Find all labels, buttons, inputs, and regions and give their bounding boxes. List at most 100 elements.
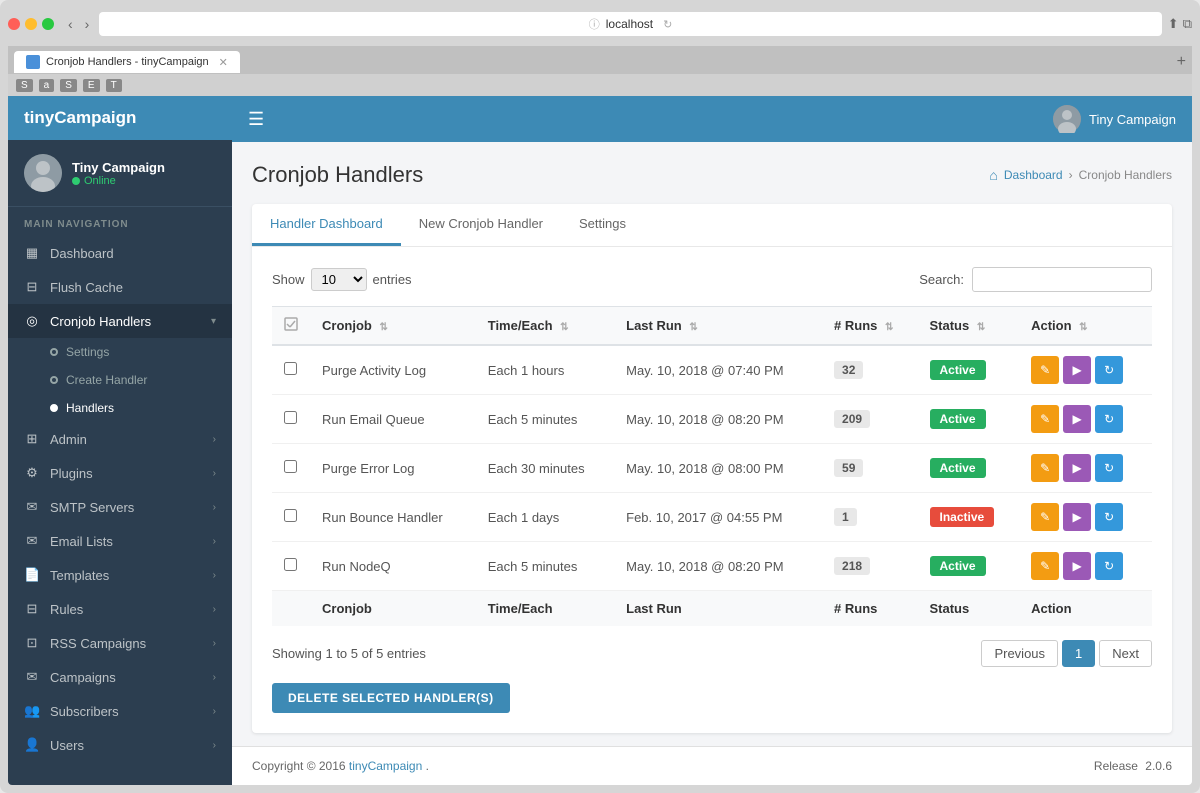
sidebar-item-email-lists[interactable]: ✉ Email Lists › [8, 524, 232, 558]
footer-col-cronjob: Cronjob [310, 591, 476, 627]
col-status[interactable]: Status ⇅ [918, 307, 1020, 346]
delete-selected-button[interactable]: Delete Selected Handler(s) [272, 683, 510, 713]
dot-yellow[interactable] [25, 18, 37, 30]
row-num-runs: 209 [822, 395, 917, 444]
row-time-each: Each 30 minutes [476, 444, 614, 493]
col-time-each[interactable]: Time/Each ⇅ [476, 307, 614, 346]
sidebar-item-smtp-servers[interactable]: ✉ SMTP Servers › [8, 490, 232, 524]
edit-button[interactable]: ✎ [1031, 454, 1059, 482]
edit-button[interactable]: ✎ [1031, 503, 1059, 531]
tab-new-cronjob-handler[interactable]: New Cronjob Handler [401, 204, 561, 246]
row-time-each: Each 5 minutes [476, 395, 614, 444]
col-cronjob[interactable]: Cronjob ⇅ [310, 307, 476, 346]
row-checkbox[interactable] [284, 411, 297, 424]
row-num-runs: 218 [822, 542, 917, 591]
status-dot [72, 177, 80, 185]
bookmark-1[interactable]: S [16, 79, 33, 92]
reload-icon[interactable]: ↻ [663, 18, 672, 31]
sidebar-logo: tinyCampaign [24, 108, 136, 128]
sidebar-item-label: Plugins [50, 466, 203, 481]
row-time-each: Each 5 minutes [476, 542, 614, 591]
edit-button[interactable]: ✎ [1031, 405, 1059, 433]
col-last-run[interactable]: Last Run ⇅ [614, 307, 822, 346]
sidebar-sub-create-handler[interactable]: Create Handler [8, 366, 232, 394]
dot-green[interactable] [42, 18, 54, 30]
refresh-button[interactable]: ↻ [1095, 503, 1123, 531]
prev-button[interactable]: Previous [981, 640, 1058, 667]
entries-label: entries [373, 272, 412, 287]
row-checkbox[interactable] [284, 460, 297, 473]
footer-release: Release 2.0.6 [1094, 759, 1172, 773]
maximize-button[interactable]: ⧉ [1183, 16, 1192, 32]
tab-handler-dashboard[interactable]: Handler Dashboard [252, 204, 401, 246]
search-input[interactable] [972, 267, 1152, 292]
sidebar-sub-handlers[interactable]: Handlers [8, 394, 232, 422]
sidebar-item-campaigns[interactable]: ✉ Campaigns › [8, 660, 232, 694]
sidebar-item-subscribers[interactable]: 👥 Subscribers › [8, 694, 232, 728]
new-tab-button[interactable]: + [1177, 53, 1186, 71]
run-button[interactable]: ▶ [1063, 405, 1091, 433]
next-button[interactable]: Next [1099, 640, 1152, 667]
sub-icon-filled [50, 404, 58, 412]
browser-tab[interactable]: Cronjob Handlers - tinyCampaign ✕ [14, 51, 240, 73]
row-num-runs: 59 [822, 444, 917, 493]
sidebar-item-rules[interactable]: ⊟ Rules › [8, 592, 232, 626]
share-button[interactable]: ⬆ [1168, 16, 1179, 32]
edit-button[interactable]: ✎ [1031, 552, 1059, 580]
footer-brand-link[interactable]: tinyCampaign [349, 759, 422, 773]
browser-url-bar[interactable]: ⓘ localhost ↻ [99, 12, 1161, 36]
sidebar-item-label: Cronjob Handlers [50, 314, 201, 329]
row-status: Active [918, 542, 1020, 591]
sidebar-item-users[interactable]: 👤 Users › [8, 728, 232, 762]
back-button[interactable]: ‹ [64, 14, 77, 34]
edit-button[interactable]: ✎ [1031, 356, 1059, 384]
dot-red[interactable] [8, 18, 20, 30]
run-button[interactable]: ▶ [1063, 356, 1091, 384]
refresh-button[interactable]: ↻ [1095, 356, 1123, 384]
sidebar-item-templates[interactable]: 📄 Templates › [8, 558, 232, 592]
entries-select[interactable]: 10 25 50 100 [311, 268, 367, 291]
col-action[interactable]: Action ⇅ [1019, 307, 1152, 346]
sort-icon: ⇅ [379, 322, 387, 333]
row-checkbox[interactable] [284, 362, 297, 375]
sidebar-item-dashboard[interactable]: ▦ Dashboard [8, 236, 232, 270]
avatar [24, 154, 62, 192]
bookmark-4[interactable]: E [83, 79, 100, 92]
page-1-button[interactable]: 1 [1062, 640, 1095, 667]
run-button[interactable]: ▶ [1063, 454, 1091, 482]
hamburger-icon[interactable]: ☰ [248, 109, 264, 130]
run-button[interactable]: ▶ [1063, 552, 1091, 580]
sidebar-sub-settings[interactable]: Settings [8, 338, 232, 366]
sidebar-item-plugins[interactable]: ⚙ Plugins › [8, 456, 232, 490]
page-header: Cronjob Handlers ⌂ Dashboard › Cronjob H… [252, 162, 1172, 188]
sidebar-item-label: Flush Cache [50, 280, 216, 295]
sort-icon: ⇅ [1079, 322, 1087, 333]
bookmark-5[interactable]: T [106, 79, 122, 92]
forward-button[interactable]: › [81, 14, 94, 34]
breadcrumb-home[interactable]: Dashboard [1004, 168, 1063, 182]
tab-settings[interactable]: Settings [561, 204, 644, 246]
table-row: Run Bounce Handler Each 1 days Feb. 10, … [272, 493, 1152, 542]
sidebar-item-admin[interactable]: ⊞ Admin › [8, 422, 232, 456]
sidebar-item-rss-campaigns[interactable]: ⊡ RSS Campaigns › [8, 626, 232, 660]
refresh-button[interactable]: ↻ [1095, 405, 1123, 433]
browser-tabbar: Cronjob Handlers - tinyCampaign ✕ + [8, 46, 1192, 74]
tab-close-button[interactable]: ✕ [219, 56, 228, 69]
sidebar-item-cronjob-handlers[interactable]: ◎ Cronjob Handlers ▾ [8, 304, 232, 338]
col-num-runs[interactable]: # Runs ⇅ [822, 307, 917, 346]
sidebar-item-label: SMTP Servers [50, 500, 203, 515]
bookmark-3[interactable]: S [60, 79, 77, 92]
bookmark-2[interactable]: a [39, 79, 55, 92]
flush-cache-icon: ⊟ [24, 279, 40, 295]
top-user[interactable]: Tiny Campaign [1053, 105, 1176, 133]
refresh-button[interactable]: ↻ [1095, 552, 1123, 580]
sidebar-item-flush-cache[interactable]: ⊟ Flush Cache [8, 270, 232, 304]
sort-icon: ⇅ [689, 322, 697, 333]
run-button[interactable]: ▶ [1063, 503, 1091, 531]
refresh-button[interactable]: ↻ [1095, 454, 1123, 482]
search-box: Search: [919, 267, 1152, 292]
showing-text: Showing 1 to 5 of 5 entries [272, 646, 426, 661]
row-checkbox[interactable] [284, 558, 297, 571]
row-checkbox[interactable] [284, 509, 297, 522]
card-header: Handler Dashboard New Cronjob Handler Se… [252, 204, 1172, 247]
